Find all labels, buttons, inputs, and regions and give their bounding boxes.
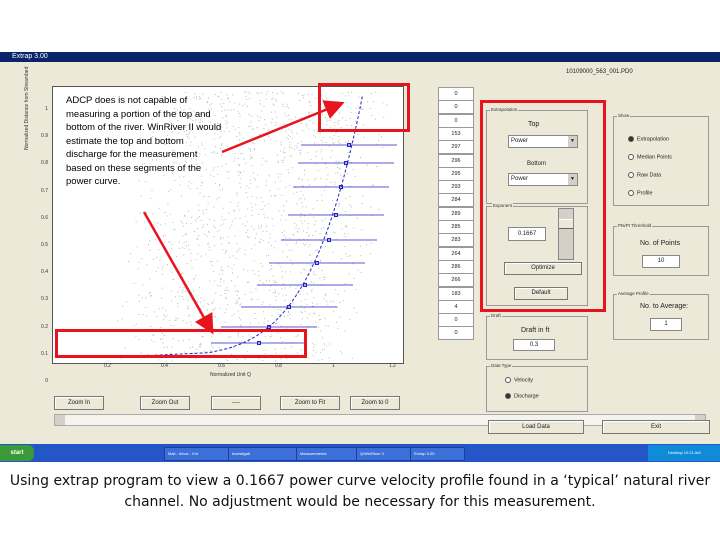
system-tray: Desktop 10:21 AM [648, 445, 720, 461]
taskbar-task[interactable]: Q/WinRiver II [356, 447, 413, 461]
slide-caption: Using extrap program to view a 0.1667 po… [9, 473, 711, 510]
start-button[interactable]: start [0, 445, 34, 461]
taskbar-task[interactable]: Extrap 3.00 [410, 447, 465, 461]
tray-text: Desktop 10:21 AM [668, 450, 701, 455]
taskbar-task[interactable]: Measurements [296, 447, 357, 461]
arrow-to-top-region [221, 100, 345, 154]
taskbar-task[interactable]: Investigati [228, 447, 297, 461]
arrow-to-bottom-region [142, 211, 214, 335]
taskbar-task[interactable]: Mail - Inbox - Ext [164, 447, 229, 461]
